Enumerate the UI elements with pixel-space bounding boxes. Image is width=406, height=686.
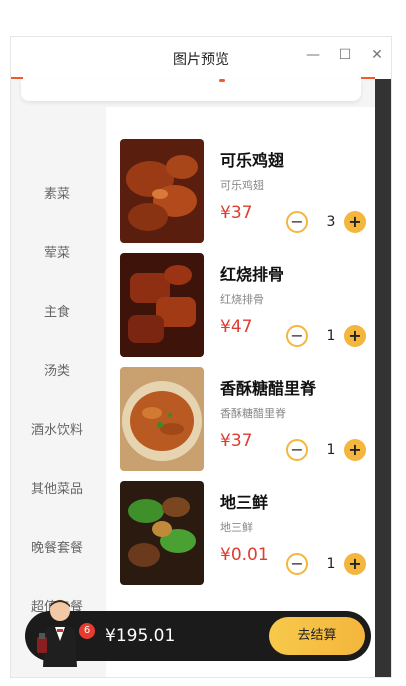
dish-photo-braised-ribs bbox=[120, 253, 204, 357]
quantity-value: 1 bbox=[326, 442, 336, 458]
maximize-icon[interactable]: ☐ bbox=[335, 45, 355, 65]
cart-total: ¥195.01 bbox=[105, 626, 176, 646]
title-bar: 图片预览 — ☐ ✕ bbox=[11, 37, 391, 77]
top-card bbox=[21, 79, 361, 101]
dish-price: ¥37 bbox=[220, 203, 253, 223]
quantity-value: 1 bbox=[326, 556, 336, 572]
decrease-button[interactable]: − bbox=[286, 211, 308, 233]
quantity-value: 1 bbox=[326, 328, 336, 344]
dish-list: 可乐鸡翅 可乐鸡翅 ¥37 − 3 + 红烧排骨 红烧排骨 ¥47 − 1 + … bbox=[106, 107, 375, 677]
decrease-button[interactable]: − bbox=[286, 439, 308, 461]
dish-name: 地三鲜 bbox=[220, 493, 269, 512]
dish-subtitle: 香酥糖醋里脊 bbox=[220, 407, 286, 420]
category-item[interactable]: 素菜 bbox=[11, 183, 103, 202]
dish-name: 可乐鸡翅 bbox=[220, 151, 285, 170]
increase-button[interactable]: + bbox=[344, 211, 366, 233]
dish-item[interactable]: 地三鲜 地三鲜 ¥0.01 − 1 + bbox=[106, 481, 375, 591]
decrease-button[interactable]: − bbox=[286, 553, 308, 575]
window-title: 图片预览 bbox=[173, 52, 229, 68]
dish-price: ¥0.01 bbox=[220, 545, 269, 565]
dish-item[interactable]: 红烧排骨 红烧排骨 ¥47 − 1 + bbox=[106, 253, 375, 363]
scroll-marker bbox=[219, 79, 225, 82]
category-item[interactable]: 酒水饮料 bbox=[11, 419, 103, 438]
dish-name: 红烧排骨 bbox=[220, 265, 285, 284]
dish-subtitle: 地三鲜 bbox=[220, 521, 253, 534]
category-item[interactable]: 汤类 bbox=[11, 360, 103, 379]
increase-button[interactable]: + bbox=[344, 553, 366, 575]
app-content: 素菜 荤菜 主食 汤类 酒水饮料 其他菜品 晚餐套餐 超值午餐 bbox=[11, 79, 375, 677]
category-item[interactable]: 荤菜 bbox=[11, 242, 103, 261]
decrease-button[interactable]: − bbox=[286, 325, 308, 347]
dish-item[interactable]: 可乐鸡翅 可乐鸡翅 ¥37 − 3 + bbox=[106, 139, 375, 249]
dish-photo-chicken-wings bbox=[120, 139, 204, 243]
preview-window: 图片预览 — ☐ ✕ 素菜 荤菜 主食 汤类 酒水饮料 其他菜品 晚餐套餐 超值… bbox=[10, 36, 392, 678]
waiter-avatar-icon[interactable] bbox=[35, 597, 85, 667]
dish-photo-sweet-sour-pork bbox=[120, 367, 204, 471]
dish-subtitle: 红烧排骨 bbox=[220, 293, 264, 306]
increase-button[interactable]: + bbox=[344, 325, 366, 347]
dish-item[interactable]: 香酥糖醋里脊 香酥糖醋里脊 ¥37 − 1 + bbox=[106, 367, 375, 477]
increase-button[interactable]: + bbox=[344, 439, 366, 461]
category-item[interactable]: 其他菜品 bbox=[11, 478, 103, 497]
dish-price: ¥37 bbox=[220, 431, 253, 451]
dish-name: 香酥糖醋里脊 bbox=[220, 379, 317, 398]
dish-photo-di-san-xian bbox=[120, 481, 204, 585]
category-item[interactable]: 晚餐套餐 bbox=[11, 537, 103, 556]
scrollbar[interactable] bbox=[375, 79, 391, 677]
category-item[interactable]: 主食 bbox=[11, 301, 103, 320]
cart-count-badge: 6 bbox=[79, 623, 95, 639]
close-icon[interactable]: ✕ bbox=[367, 45, 387, 65]
quantity-value: 3 bbox=[326, 214, 336, 230]
dish-price: ¥47 bbox=[220, 317, 253, 337]
checkout-button[interactable]: 去结算 bbox=[269, 617, 365, 655]
minimize-icon[interactable]: — bbox=[303, 45, 323, 65]
dish-subtitle: 可乐鸡翅 bbox=[220, 179, 264, 192]
